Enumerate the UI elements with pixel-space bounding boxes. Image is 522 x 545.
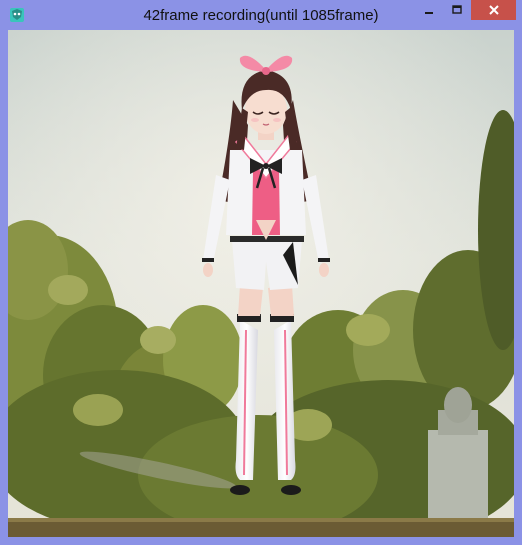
maximize-icon <box>452 5 462 14</box>
title-bar[interactable]: 42frame recording(until 1085frame) <box>0 0 522 30</box>
maximize-button[interactable] <box>443 0 471 20</box>
minimize-icon <box>425 12 433 14</box>
render-viewport[interactable] <box>8 30 514 537</box>
close-button[interactable] <box>471 0 516 20</box>
app-window: 42frame recording(until 1085frame) <box>0 0 522 545</box>
close-icon <box>488 5 499 15</box>
minimize-button[interactable] <box>415 0 443 20</box>
ground <box>8 522 514 537</box>
